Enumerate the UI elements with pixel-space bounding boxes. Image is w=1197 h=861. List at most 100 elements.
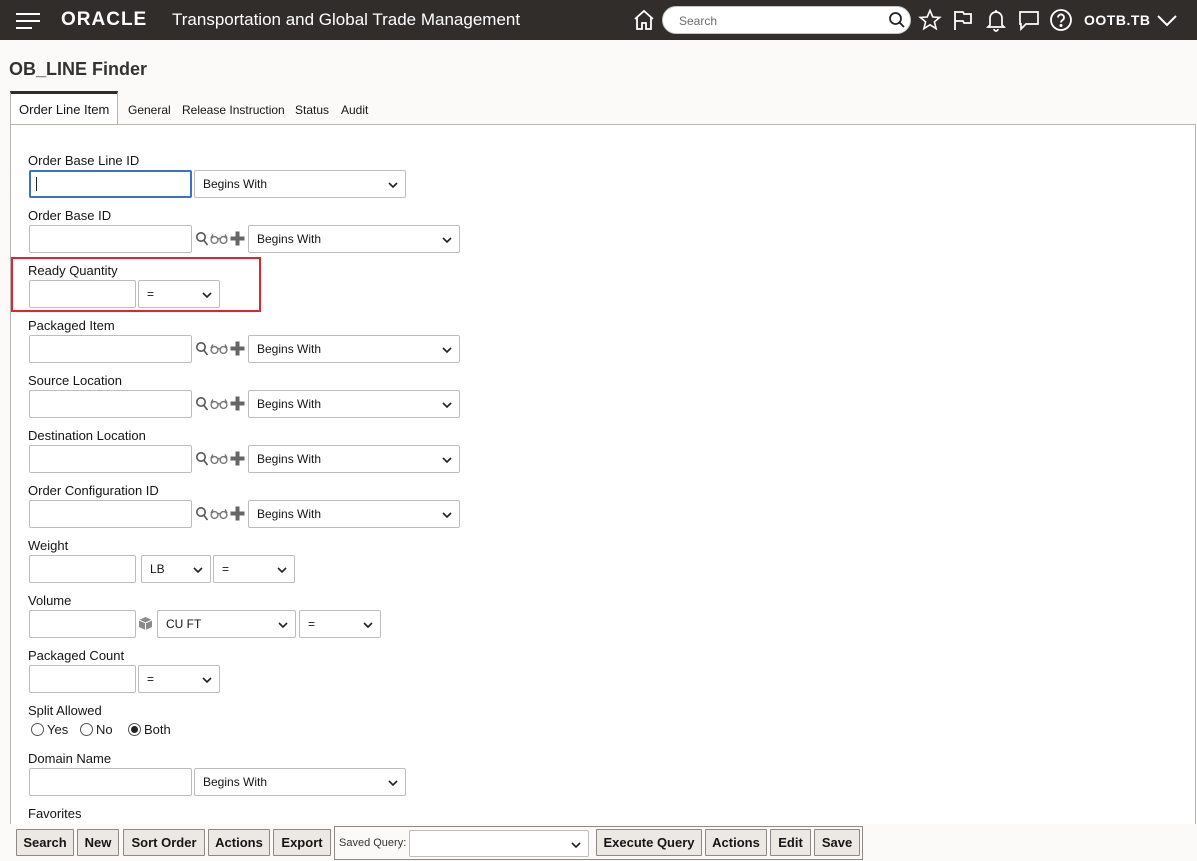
domain-name-input[interactable] [29,768,192,796]
packaged-count-label: Packaged Count [28,648,125,663]
tab-general[interactable]: General [128,91,171,125]
volume-unit-select[interactable]: CU FT [157,610,296,638]
notifications-bell-icon[interactable] [984,8,1008,32]
source-location-label: Source Location [28,373,122,388]
add-icon[interactable] [230,451,245,466]
chevron-down-icon [442,402,452,409]
domain-name-operator[interactable]: Begins With [194,768,406,796]
bottom-toolbar: Search New Sort Order Actions Export Sav… [10,824,1196,861]
export-button[interactable]: Export [273,829,331,856]
help-icon[interactable] [1049,8,1073,32]
packaged-count-operator[interactable]: = [138,665,220,693]
split-allowed-no-radio[interactable]: No [80,722,113,737]
chevron-down-icon [388,780,398,787]
ready-quantity-input[interactable] [29,280,136,308]
chevron-down-icon [277,567,287,574]
glasses-icon[interactable] [210,508,228,520]
split-allowed-yes-radio[interactable]: Yes [31,722,68,737]
cube-icon[interactable] [138,616,153,631]
chevron-down-icon [202,292,212,299]
order-base-id-operator[interactable]: Begins With [248,225,460,253]
domain-name-label: Domain Name [28,751,112,766]
packaged-item-operator[interactable]: Begins With [248,335,460,363]
order-base-line-id-label: Order Base Line ID [28,153,140,168]
weight-input[interactable] [29,555,136,583]
saved-query-select[interactable] [409,830,589,857]
chat-icon[interactable] [1017,8,1041,32]
chevron-down-icon [363,622,373,629]
save-button[interactable]: Save [814,829,860,856]
weight-unit-select[interactable]: LB [141,555,211,583]
packaged-count-input[interactable] [29,665,136,693]
tab-audit[interactable]: Audit [341,91,368,125]
glasses-icon[interactable] [210,398,228,410]
execute-query-button[interactable]: Execute Query [596,829,702,856]
saved-query-group: Saved Query: Execute Query Actions Edit … [334,826,863,860]
add-icon[interactable] [230,231,245,246]
destination-location-input[interactable] [29,445,192,473]
order-base-id-input[interactable] [29,225,192,253]
search-icon[interactable] [195,451,209,467]
chevron-down-icon [571,842,581,849]
volume-label: Volume [28,593,72,608]
favorites-star-icon[interactable] [918,8,942,32]
user-menu[interactable]: OOTB.TB [1084,12,1151,28]
order-base-id-lookup-icons [194,225,246,253]
add-icon[interactable] [230,341,245,356]
tab-release-instruction[interactable]: Release Instruction [182,91,285,125]
glasses-icon[interactable] [210,453,228,465]
destination-location-lookup-icons [194,445,246,473]
search-icon[interactable] [195,341,209,357]
glasses-icon[interactable] [210,233,228,245]
volume-input[interactable] [29,610,136,638]
ready-quantity-operator[interactable]: = [138,280,220,308]
source-location-input[interactable] [29,390,192,418]
search-icon[interactable] [195,396,209,412]
sort-order-button[interactable]: Sort Order [123,829,205,856]
favorites-label: Favorites [28,806,82,821]
flag-icon[interactable] [951,8,975,32]
volume-operator[interactable]: = [299,610,381,638]
actions-button[interactable]: Actions [208,829,270,856]
saved-query-label: Saved Query: [339,837,407,849]
chevron-down-icon [202,677,212,684]
weight-operator[interactable]: = [213,555,295,583]
search-icon[interactable] [195,231,209,247]
order-configuration-id-label: Order Configuration ID [28,483,159,498]
page-title: OB_LINE Finder [9,59,148,79]
tab-status[interactable]: Status [295,91,329,125]
chevron-down-icon [442,457,452,464]
tab-order-line-item[interactable]: Order Line Item [10,91,119,125]
home-icon[interactable] [632,8,656,32]
order-configuration-id-input[interactable] [29,500,192,528]
edit-button[interactable]: Edit [770,829,811,856]
split-allowed-label: Split Allowed [28,703,102,718]
add-icon[interactable] [230,396,245,411]
destination-location-operator[interactable]: Begins With [248,445,460,473]
oracle-logo: ORACLE [61,9,148,30]
global-search[interactable] [662,6,911,34]
packaged-item-lookup-icons [194,335,246,363]
chevron-down-icon [278,622,288,629]
ready-quantity-label: Ready Quantity [28,263,118,278]
split-allowed-both-radio[interactable]: Both [128,722,171,737]
search-icon[interactable] [888,11,906,29]
chevron-down-icon[interactable] [1155,8,1179,32]
order-configuration-id-operator[interactable]: Begins With [248,500,460,528]
global-search-input[interactable] [677,11,877,30]
source-location-operator[interactable]: Begins With [248,390,460,418]
order-base-line-id-operator[interactable]: Begins With [194,170,406,198]
chevron-down-icon [193,567,203,574]
menu-icon[interactable] [16,10,40,30]
search-button[interactable]: Search [16,829,74,856]
glasses-icon[interactable] [210,343,228,355]
add-icon[interactable] [230,506,245,521]
search-icon[interactable] [195,506,209,522]
top-bar: ORACLE Transportation and Global Trade M… [0,0,1197,40]
chevron-down-icon [388,182,398,189]
order-configuration-id-lookup-icons [194,500,246,528]
packaged-item-input[interactable] [29,335,192,363]
new-button[interactable]: New [77,829,119,856]
saved-query-actions-button[interactable]: Actions [705,829,767,856]
order-base-line-id-input[interactable] [29,170,192,198]
